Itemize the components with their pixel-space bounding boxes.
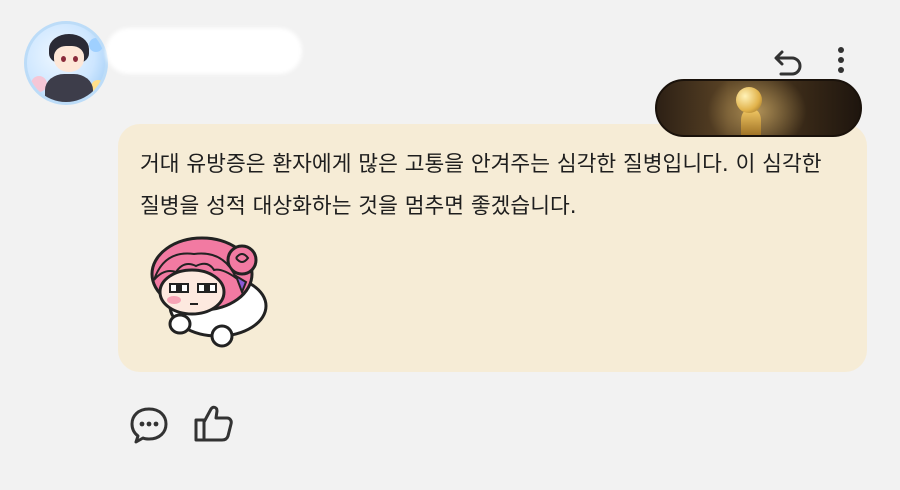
like-button[interactable] — [193, 404, 235, 444]
comment-page: 거대 유방증은 환자에게 많은 고통을 안겨주는 심각한 질병입니다. 이 심각… — [0, 0, 900, 490]
comment-button[interactable] — [129, 406, 169, 444]
chibi-sticker-icon — [150, 236, 268, 348]
trophy-badge-icon — [655, 79, 862, 137]
more-vertical-icon — [838, 47, 844, 73]
thumbs-up-icon — [194, 405, 233, 442]
speech-bubble-icon — [130, 407, 168, 444]
comment-text: 거대 유방증은 환자에게 많은 고통을 안겨주는 심각한 질병입니다. 이 심각… — [140, 152, 822, 219]
more-options-button[interactable] — [830, 44, 852, 78]
username-redacted — [106, 28, 302, 74]
reply-arrow-icon — [774, 50, 802, 76]
reply-button[interactable] — [772, 48, 806, 76]
user-avatar[interactable] — [24, 21, 108, 105]
